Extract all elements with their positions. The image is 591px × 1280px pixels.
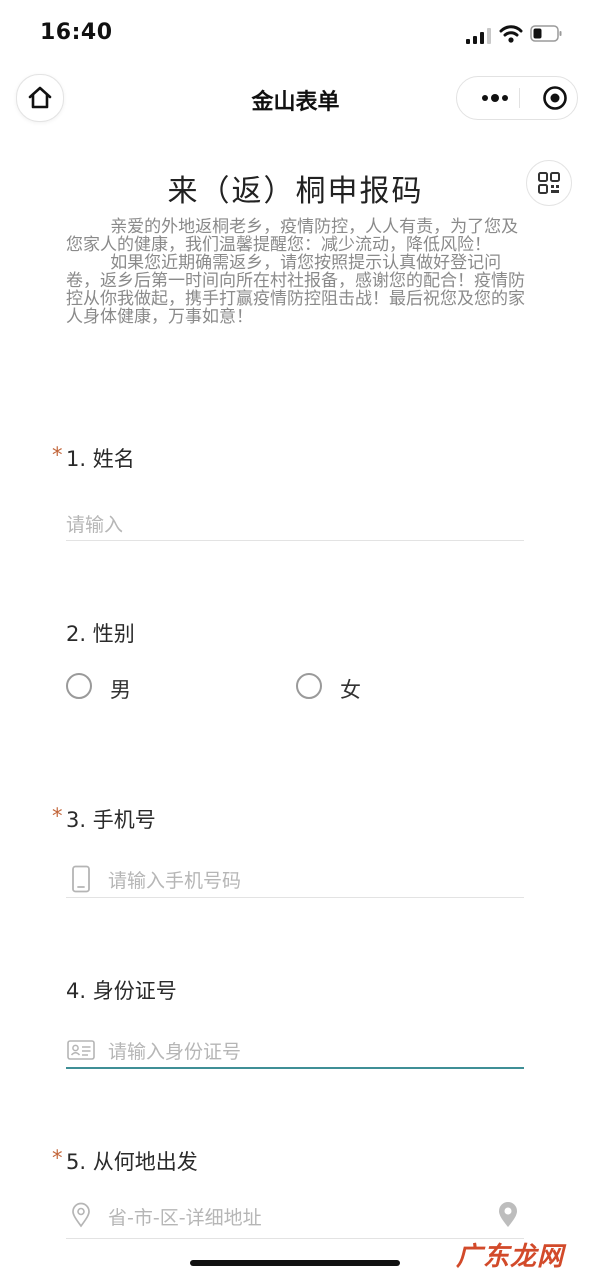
- phone-input-underline: [66, 897, 524, 898]
- nav-bar: 金山表单: [0, 74, 591, 126]
- more-dots-icon: [482, 94, 508, 102]
- question-title: 身份证号: [92, 979, 177, 1003]
- radio-male[interactable]: [66, 673, 92, 699]
- idcard-input[interactable]: 请输入身份证号: [108, 1037, 524, 1063]
- phone-input[interactable]: 请输入手机号码: [108, 866, 524, 892]
- more-button[interactable]: [473, 77, 517, 119]
- question-title: 从何地出发: [92, 1150, 198, 1174]
- id-card-icon: [67, 1040, 95, 1060]
- intro-paragraph-1: 亲爱的外地返桐老乡，疫情防控，人人有责，为了您及您家人的健康，我们温馨提醒您：减…: [66, 217, 519, 255]
- radio-male-label: 男: [110, 678, 131, 702]
- departure-input[interactable]: 省-市-区-详细地址: [108, 1203, 478, 1229]
- home-indicator[interactable]: [190, 1260, 400, 1266]
- question-idcard-label: 4. 身份证号: [66, 975, 177, 1005]
- cellular-signal-icon: [466, 28, 491, 44]
- radio-female[interactable]: [296, 673, 322, 699]
- question-number: 2.: [66, 622, 87, 646]
- close-circle-icon: [543, 86, 567, 110]
- required-star: *: [52, 443, 63, 467]
- intro-paragraph-2: 如果您近期确需返乡，请您按照提示认真做好登记问卷，返乡后第一时间向所在村社报备，…: [66, 253, 525, 327]
- required-star: *: [52, 804, 63, 828]
- question-number: 1.: [66, 447, 87, 471]
- status-bar: 16:40: [0, 0, 591, 70]
- form-title: 来（返）桐申报码: [167, 174, 424, 209]
- capsule-divider: [519, 88, 520, 108]
- question-title: 手机号: [92, 808, 156, 832]
- watermark: 广东龙网: [456, 1242, 565, 1272]
- battery-icon: [530, 25, 562, 42]
- question-number: 4.: [66, 979, 87, 1003]
- name-input[interactable]: 请输入: [66, 510, 524, 536]
- name-input-underline: [66, 540, 524, 541]
- phone-icon: [72, 865, 90, 893]
- question-phone-label: 3. 手机号: [66, 804, 156, 834]
- mini-program-capsule: [456, 76, 578, 120]
- question-title: 性别: [92, 622, 135, 646]
- idcard-input-underline: [66, 1067, 524, 1069]
- wifi-icon: [499, 25, 523, 43]
- location-pin-icon: [72, 1202, 90, 1228]
- locate-button[interactable]: [497, 1201, 519, 1229]
- question-gender-label: 2. 性别: [66, 618, 135, 648]
- required-star: *: [52, 1146, 63, 1170]
- question-title: 姓名: [92, 447, 135, 471]
- status-time: 16:40: [40, 20, 113, 45]
- form-intro: 亲爱的外地返桐老乡，疫情防控，人人有责，为了您及您家人的健康，我们温馨提醒您：减…: [66, 218, 528, 326]
- radio-female-label: 女: [340, 678, 361, 702]
- question-name-label: 1. 姓名: [66, 443, 135, 473]
- question-departure-label: 5. 从何地出发: [66, 1146, 198, 1176]
- question-number: 3.: [66, 808, 87, 832]
- close-button[interactable]: [533, 77, 577, 119]
- question-number: 5.: [66, 1150, 87, 1174]
